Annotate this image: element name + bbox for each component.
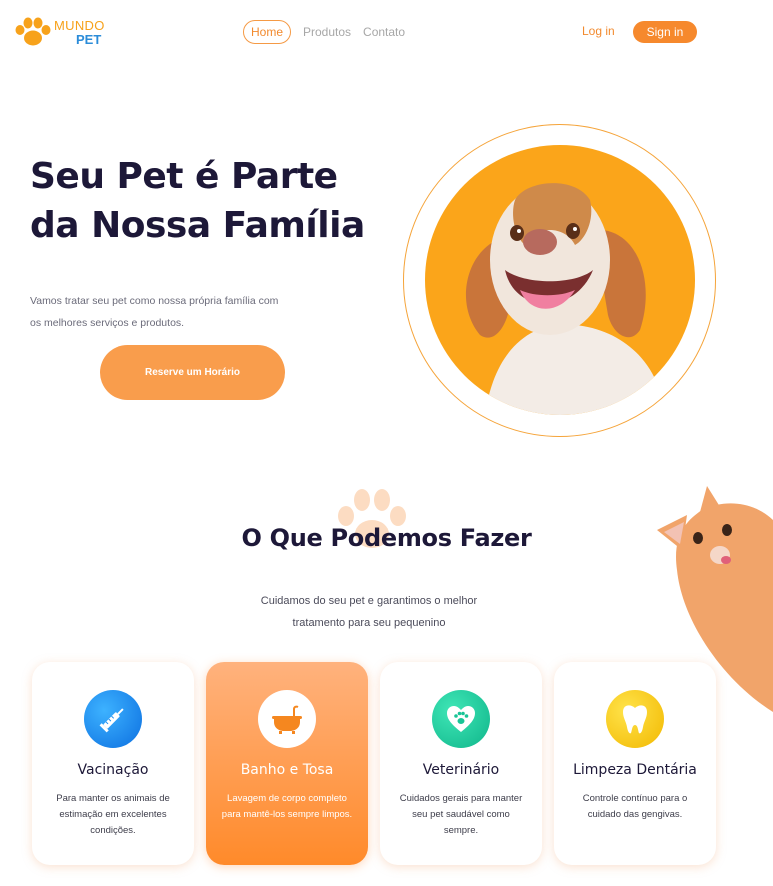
card-title: Banho e Tosa bbox=[240, 762, 334, 778]
card-description: Controle contínuo para o cuidado das gen… bbox=[582, 793, 688, 820]
brand-name-line2: PET bbox=[76, 32, 102, 47]
login-link[interactable]: Log in bbox=[582, 24, 615, 38]
nav-products-link[interactable]: Produtos bbox=[303, 25, 351, 39]
main-nav: Home Produtos Contato bbox=[243, 20, 405, 44]
hero-dog-image bbox=[425, 145, 695, 415]
card-description: Lavagem de corpo completo para mantê-los… bbox=[221, 793, 353, 820]
dog-illustration bbox=[465, 183, 665, 415]
card-description: Cuidados gerais para manter seu pet saud… bbox=[399, 793, 523, 836]
card-title: Veterinário bbox=[422, 762, 500, 778]
card-title: Vacinação bbox=[77, 762, 149, 778]
signin-button[interactable]: Sign in bbox=[633, 21, 697, 43]
syringe-icon bbox=[84, 690, 142, 748]
service-card-vaccination[interactable]: Vacinação Para manter os animais de esti… bbox=[32, 662, 194, 865]
service-card-dental-cleaning[interactable]: Limpeza Dentária Controle contínuo para … bbox=[554, 662, 716, 865]
hero-title: Seu Pet é Parte da Nossa Família bbox=[30, 156, 365, 246]
services-subtitle: Cuidamos do seu pet e garantimos o melho… bbox=[260, 595, 478, 629]
heart-paw-icon bbox=[432, 690, 490, 748]
paw-icon bbox=[15, 17, 51, 46]
nav-home-link[interactable]: Home bbox=[243, 20, 291, 44]
brand-name-line1: MUNDO bbox=[54, 18, 105, 33]
hero-description: Vamos tratar seu pet como nossa própria … bbox=[30, 295, 279, 329]
bathtub-icon bbox=[258, 690, 316, 748]
card-description: Para manter os animais de estimação em e… bbox=[56, 793, 170, 836]
card-title: Limpeza Dentária bbox=[573, 762, 697, 778]
book-appointment-button[interactable]: Reserve um Horário bbox=[100, 345, 285, 400]
brand-logo[interactable]: MUNDO PET bbox=[14, 17, 104, 47]
nav-contact-link[interactable]: Contato bbox=[363, 25, 405, 39]
service-card-bath-grooming[interactable]: Banho e Tosa Lavagem de corpo completo p… bbox=[206, 662, 368, 865]
service-card-veterinary[interactable]: Veterinário Cuidados gerais para manter … bbox=[380, 662, 542, 865]
tooth-icon bbox=[606, 690, 664, 748]
